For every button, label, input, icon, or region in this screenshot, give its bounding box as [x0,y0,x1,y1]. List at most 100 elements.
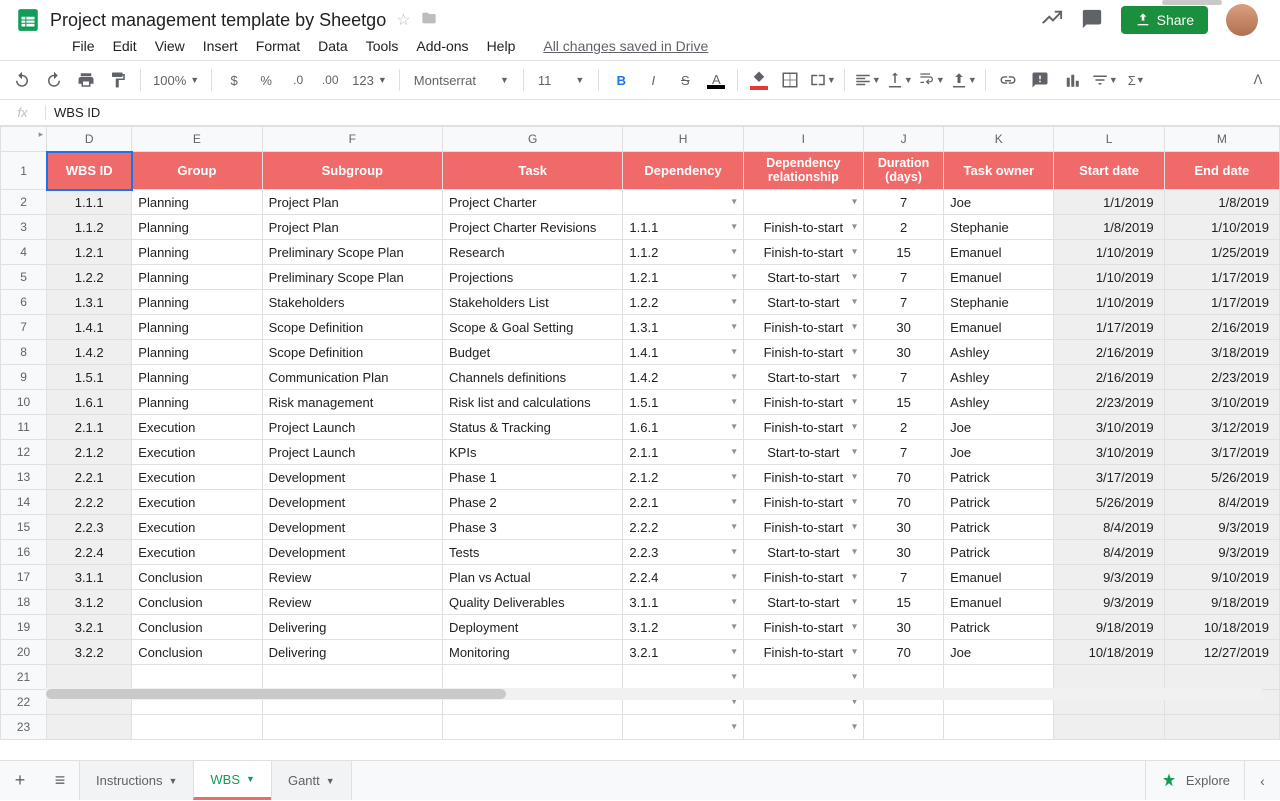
cell[interactable]: 1/17/2019 [1164,265,1279,290]
cell[interactable]: 1.2.2 [47,265,132,290]
cell[interactable]: 3/10/2019 [1164,390,1279,415]
cell[interactable]: Ashley [944,390,1054,415]
cell[interactable] [944,715,1054,740]
cell[interactable]: 3.1.2 [47,590,132,615]
header-cell[interactable]: Group [132,152,262,190]
cell[interactable]: Delivering [262,640,442,665]
cell[interactable]: 7 [863,440,943,465]
cell[interactable]: 2/16/2019 [1054,340,1164,365]
cell[interactable]: 15 [863,590,943,615]
relationship-cell[interactable]: Finish-to-start [743,215,863,240]
col-header-G[interactable]: G [443,127,623,152]
cell[interactable]: Project Charter [443,190,623,215]
relationship-cell[interactable]: Finish-to-start [743,315,863,340]
cell[interactable]: Conclusion [132,565,262,590]
col-header-D[interactable]: D [47,127,132,152]
cell[interactable]: 2.1.2 [47,440,132,465]
cell[interactable]: 1/25/2019 [1164,240,1279,265]
percent-icon[interactable]: % [252,66,280,94]
cell[interactable]: 1/8/2019 [1164,190,1279,215]
currency-icon[interactable]: $ [220,66,248,94]
relationship-cell[interactable]: Start-to-start [743,365,863,390]
fill-color-icon[interactable] [746,66,772,94]
cell[interactable]: 2.1.1 [47,415,132,440]
cell[interactable]: Joe [944,440,1054,465]
relationship-cell[interactable]: Start-to-start [743,590,863,615]
cell[interactable]: 9/3/2019 [1054,590,1164,615]
menu-tools[interactable]: Tools [366,38,399,54]
cell[interactable]: Channels definitions [443,365,623,390]
chart-icon[interactable] [1058,66,1086,94]
cell[interactable]: Conclusion [132,590,262,615]
cell[interactable]: 9/3/2019 [1164,515,1279,540]
cell[interactable]: 70 [863,465,943,490]
dependency-cell[interactable] [623,190,743,215]
cell[interactable]: Research [443,240,623,265]
avatar[interactable] [1226,4,1258,36]
cell[interactable]: 9/3/2019 [1054,565,1164,590]
cell[interactable]: Phase 1 [443,465,623,490]
strike-icon[interactable]: S [671,66,699,94]
dependency-cell[interactable]: 1.3.1 [623,315,743,340]
cell[interactable]: Preliminary Scope Plan [262,265,442,290]
header-cell[interactable]: WBS ID [47,152,132,190]
cell[interactable]: Risk list and calculations [443,390,623,415]
cell[interactable]: 1.6.1 [47,390,132,415]
dependency-cell[interactable]: 2.2.1 [623,490,743,515]
cell[interactable]: Emanuel [944,565,1054,590]
dependency-cell[interactable]: 2.2.4 [623,565,743,590]
row-header-20[interactable]: 20 [1,640,47,665]
undo-icon[interactable] [8,66,36,94]
cell[interactable] [443,665,623,690]
row-header-9[interactable]: 9 [1,365,47,390]
cell[interactable]: Development [262,515,442,540]
cell[interactable]: 9/10/2019 [1164,565,1279,590]
header-cell[interactable]: Dependency [623,152,743,190]
filter-icon[interactable]: ▼ [1090,66,1118,94]
cell[interactable] [262,665,442,690]
cell[interactable]: Joe [944,640,1054,665]
row-header-12[interactable]: 12 [1,440,47,465]
header-cell[interactable]: Dependencyrelationship [743,152,863,190]
print-icon[interactable] [72,66,100,94]
cell[interactable] [1054,715,1164,740]
cell[interactable]: Emanuel [944,315,1054,340]
activity-icon[interactable] [1041,8,1063,33]
cell[interactable]: 7 [863,190,943,215]
cell[interactable]: Stakeholders List [443,290,623,315]
relationship-cell[interactable] [743,665,863,690]
cell[interactable]: 1.5.1 [47,365,132,390]
cell[interactable]: Communication Plan [262,365,442,390]
cell[interactable]: Review [262,565,442,590]
row-header-13[interactable]: 13 [1,465,47,490]
cell[interactable]: 1.1.2 [47,215,132,240]
relationship-cell[interactable]: Finish-to-start [743,615,863,640]
cell[interactable]: Planning [132,240,262,265]
cell[interactable]: Conclusion [132,640,262,665]
dependency-cell[interactable]: 1.4.1 [623,340,743,365]
cell[interactable]: Execution [132,440,262,465]
cell[interactable]: 1/17/2019 [1054,315,1164,340]
row-header-1[interactable]: 1 [1,152,47,190]
merge-icon[interactable]: ▼ [808,66,836,94]
cell[interactable]: Execution [132,415,262,440]
dependency-cell[interactable] [623,715,743,740]
cell[interactable]: 3/18/2019 [1164,340,1279,365]
cell[interactable] [443,715,623,740]
cell[interactable]: Execution [132,465,262,490]
cell[interactable]: Planning [132,390,262,415]
cell[interactable]: Execution [132,540,262,565]
menu-insert[interactable]: Insert [203,38,238,54]
cell[interactable]: 12/27/2019 [1164,640,1279,665]
cell[interactable]: Stephanie [944,215,1054,240]
dependency-cell[interactable]: 3.1.2 [623,615,743,640]
relationship-cell[interactable]: Start-to-start [743,290,863,315]
row-header-16[interactable]: 16 [1,540,47,565]
header-cell[interactable]: Duration(days) [863,152,943,190]
cell[interactable]: 8/4/2019 [1164,490,1279,515]
text-color-icon[interactable]: A [703,66,729,94]
cell[interactable]: 10/18/2019 [1054,640,1164,665]
row-header-4[interactable]: 4 [1,240,47,265]
cell[interactable]: Patrick [944,490,1054,515]
sheet-tab-gantt[interactable]: Gantt▼ [271,761,352,800]
